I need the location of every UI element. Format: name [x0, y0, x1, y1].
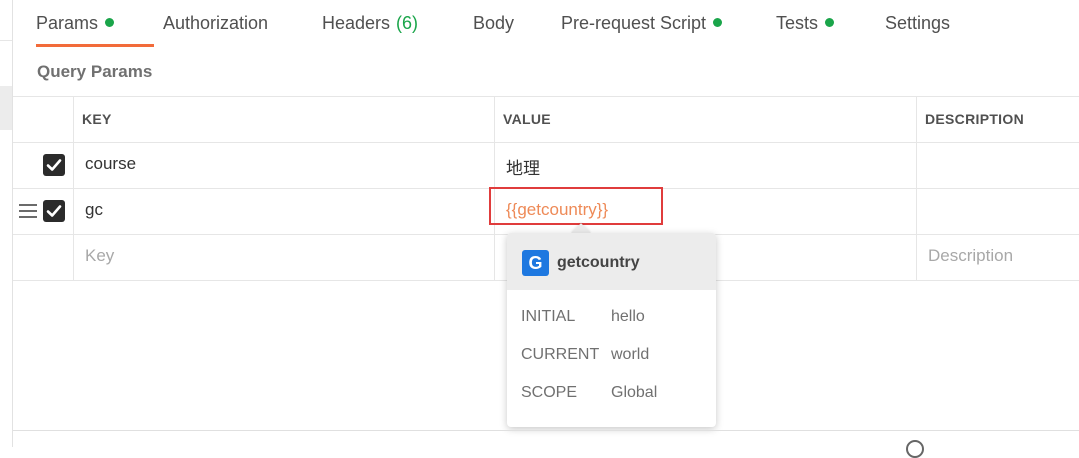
checkmark-icon: [46, 205, 62, 217]
row-2-drag-handle-icon[interactable]: [19, 204, 37, 218]
tab-settings[interactable]: Settings: [885, 13, 950, 34]
tab-params-label: Params: [36, 13, 99, 33]
tab-pre-request-status-dot: [713, 18, 723, 27]
tab-pre-request-label: Pre-request Script: [561, 13, 707, 33]
tab-settings-label: Settings: [885, 13, 951, 33]
tab-tests-status-dot: [825, 18, 835, 27]
row-1-key[interactable]: course: [85, 154, 136, 174]
tab-tests-label: Tests: [776, 13, 819, 33]
left-selection-mark: [0, 86, 12, 130]
variable-tooltip-header: G getcountry: [507, 233, 716, 290]
scope-label: SCOPE: [521, 384, 578, 401]
left-divider: [0, 40, 12, 41]
row-2-checkbox[interactable]: [43, 200, 65, 222]
row-1-value[interactable]: 地理: [506, 154, 540, 179]
active-tab-indicator: [36, 44, 154, 47]
new-description-input[interactable]: Description: [928, 246, 1013, 266]
tab-headers-count: (6): [396, 13, 419, 33]
panel-border: [12, 0, 13, 447]
tab-headers[interactable]: Headers (6): [322, 13, 418, 34]
status-circle-icon[interactable]: [906, 440, 924, 458]
column-divider: [916, 96, 917, 281]
tab-params-status-dot: [105, 18, 115, 27]
row-2-value-variable[interactable]: {{getcountry}}: [506, 200, 608, 220]
variable-tooltip: G getcountry INITIAL hello CURRENT world…: [507, 233, 716, 427]
section-title: Query Params: [37, 62, 153, 81]
current-value: world: [611, 346, 650, 363]
tab-pre-request-script[interactable]: Pre-request Script: [561, 13, 723, 34]
scope-value: Global: [611, 384, 658, 401]
column-header-value: VALUE: [503, 111, 551, 127]
column-header-key: KEY: [82, 111, 112, 127]
global-scope-icon: G: [522, 250, 549, 276]
tab-body-label: Body: [473, 13, 515, 33]
current-label: CURRENT: [521, 346, 600, 363]
column-divider: [73, 96, 74, 281]
tab-params[interactable]: Params: [36, 13, 115, 34]
checkmark-icon: [46, 159, 62, 171]
left-panel-edge: [0, 0, 12, 447]
tab-authorization-label: Authorization: [163, 13, 269, 33]
table-divider: [13, 142, 1079, 143]
tab-body[interactable]: Body: [473, 13, 514, 34]
row-2-key[interactable]: gc: [85, 200, 103, 220]
tab-tests[interactable]: Tests: [776, 13, 835, 34]
variable-name: getcountry: [557, 254, 640, 271]
request-tabs: Params Authorization Headers (6) Body Pre…: [13, 0, 1079, 47]
row-1-checkbox[interactable]: [43, 154, 65, 176]
initial-value: hello: [611, 308, 645, 325]
new-key-input[interactable]: Key: [85, 246, 114, 266]
initial-label: INITIAL: [521, 308, 576, 325]
tab-authorization[interactable]: Authorization: [163, 13, 268, 34]
table-border-top: [13, 96, 1079, 97]
column-header-description: DESCRIPTION: [925, 111, 1024, 127]
bottom-divider: [13, 430, 1079, 431]
tab-headers-label: Headers: [322, 13, 391, 33]
